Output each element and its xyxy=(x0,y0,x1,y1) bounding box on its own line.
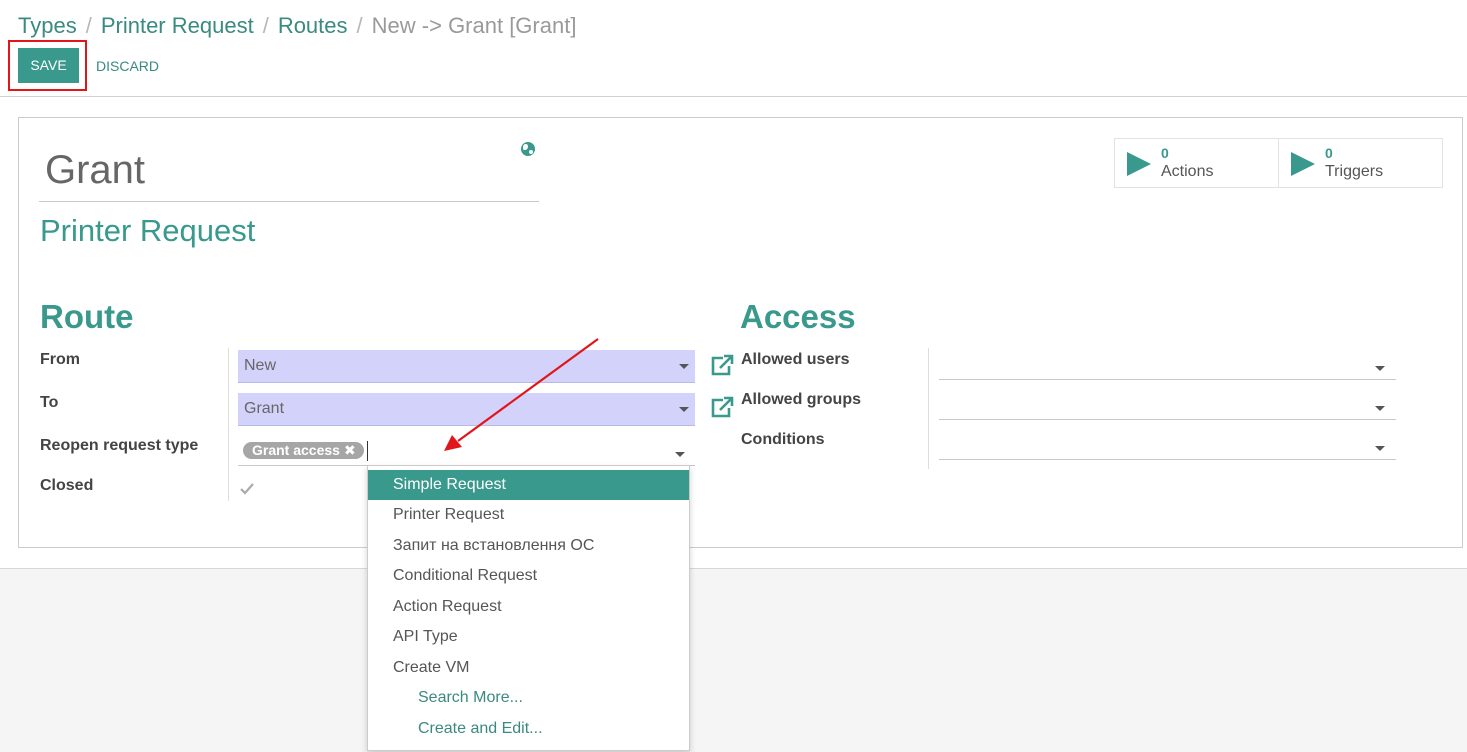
triggers-count: 0 xyxy=(1325,145,1333,161)
to-value: Grant xyxy=(244,400,285,417)
play-icon xyxy=(1127,152,1151,176)
access-label-divider xyxy=(928,348,929,469)
breadcrumb-separator: / xyxy=(262,13,269,38)
breadcrumb-separator: / xyxy=(356,13,363,38)
dropdown-option-printer-request[interactable]: Printer Request xyxy=(368,500,689,530)
chevron-down-icon[interactable] xyxy=(1375,406,1385,411)
closed-checkbox[interactable] xyxy=(238,480,256,498)
chevron-down-icon[interactable] xyxy=(1375,446,1385,451)
actions-label: Actions xyxy=(1161,163,1214,180)
create-and-edit-link[interactable]: Create and Edit... xyxy=(368,714,689,744)
discard-button[interactable]: DISCARD xyxy=(96,58,159,74)
checkmark-icon xyxy=(240,483,254,495)
conditions-input[interactable] xyxy=(939,427,1396,460)
reopen-request-type-tag: Grant access ✖ xyxy=(243,442,364,459)
chevron-down-icon[interactable] xyxy=(679,407,689,412)
tag-label: Grant access xyxy=(252,442,340,458)
from-value: New xyxy=(244,357,277,374)
search-more-link[interactable]: Search More... xyxy=(368,683,689,713)
to-label: To xyxy=(40,394,59,411)
conditions-label: Conditions xyxy=(741,431,825,448)
closed-label: Closed xyxy=(40,477,94,494)
allowed-groups-input[interactable] xyxy=(939,387,1396,420)
route-name-input[interactable]: Grant xyxy=(39,143,539,202)
triggers-smart-button[interactable]: 0 Triggers xyxy=(1278,139,1442,187)
to-select[interactable]: Grant xyxy=(238,393,695,426)
actions-count: 0 xyxy=(1161,145,1169,161)
save-button[interactable]: SAVE xyxy=(18,48,79,83)
chevron-down-icon[interactable] xyxy=(679,364,689,369)
request-type-subtitle[interactable]: Printer Request xyxy=(40,213,255,249)
chevron-down-icon[interactable] xyxy=(675,452,685,457)
control-panel: Types / Printer Request / Routes / New -> Gran… xyxy=(0,0,1467,97)
from-label: From xyxy=(40,351,80,368)
route-label-divider xyxy=(228,348,229,501)
allowed-groups-label: Allowed groups xyxy=(741,391,861,408)
smart-button-box: 0 Actions 0 Triggers xyxy=(1114,138,1443,188)
breadcrumb-item-printer-request[interactable]: Printer Request xyxy=(101,13,254,38)
from-select[interactable]: New xyxy=(238,350,695,383)
request-type-autocomplete-dropdown: Simple Request Printer Request Запит на … xyxy=(367,465,690,751)
dropdown-option-action-request[interactable]: Action Request xyxy=(368,592,689,622)
text-cursor xyxy=(367,441,368,461)
chevron-down-icon[interactable] xyxy=(1375,366,1385,371)
external-link-icon[interactable] xyxy=(709,354,734,376)
breadcrumb-item-routes[interactable]: Routes xyxy=(278,13,348,38)
breadcrumb-current: New -> Grant [Grant] xyxy=(371,13,577,38)
route-group-title: Route xyxy=(40,298,134,335)
allowed-users-input[interactable] xyxy=(939,347,1396,380)
route-name-value: Grant xyxy=(45,148,146,192)
dropdown-option-api-type[interactable]: API Type xyxy=(368,622,689,652)
dropdown-option-os-install-request[interactable]: Запит на встановлення ОС xyxy=(368,531,689,561)
breadcrumb-separator: / xyxy=(85,13,92,38)
triggers-label: Triggers xyxy=(1325,163,1384,180)
allowed-users-label: Allowed users xyxy=(741,351,850,368)
play-icon xyxy=(1291,152,1315,176)
dropdown-option-conditional-request[interactable]: Conditional Request xyxy=(368,561,689,591)
access-group-title: Access xyxy=(740,298,856,335)
globe-icon[interactable] xyxy=(521,142,535,156)
breadcrumb: Types / Printer Request / Routes / New -> Gran… xyxy=(18,13,576,39)
dropdown-option-simple-request[interactable]: Simple Request xyxy=(368,470,689,500)
remove-tag-icon[interactable]: ✖ xyxy=(344,442,356,458)
reopen-request-type-label: Reopen request type xyxy=(40,437,199,454)
breadcrumb-item-types[interactable]: Types xyxy=(18,13,77,38)
external-link-icon[interactable] xyxy=(709,396,734,418)
actions-smart-button[interactable]: 0 Actions xyxy=(1115,139,1278,187)
dropdown-option-create-vm[interactable]: Create VM xyxy=(368,653,689,683)
